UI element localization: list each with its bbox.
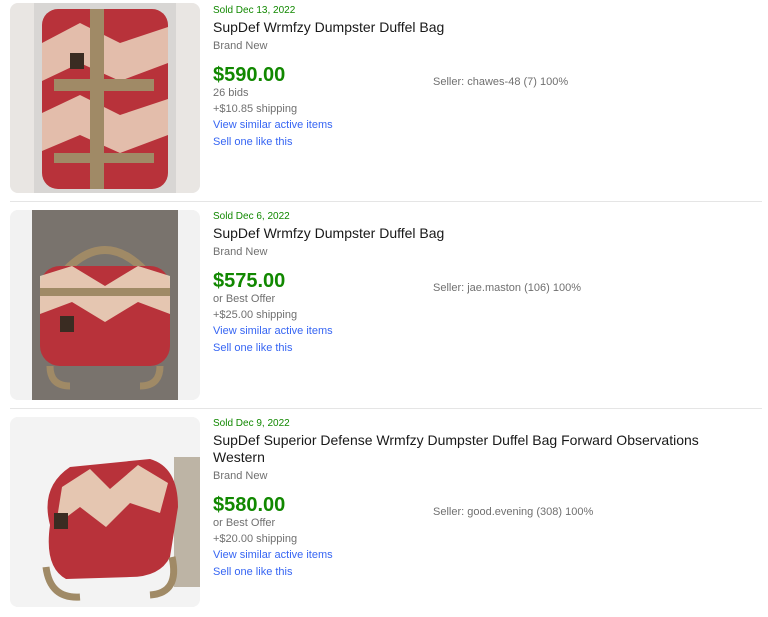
listing-title[interactable]: SupDef Wrmfzy Dumpster Duffel Bag: [213, 19, 753, 36]
duffel-bag-photo: [10, 210, 200, 400]
shipping-cost: +$20.00 shipping: [213, 533, 298, 545]
listing-info: Sold Dec 9, 2022 SupDef Superior Defense…: [213, 418, 753, 580]
seller-info: Seller: chawes-48 (7) 100%: [433, 76, 569, 88]
view-similar-link[interactable]: View similar active items: [213, 324, 753, 339]
sold-date: Sold Dec 13, 2022: [213, 5, 296, 16]
divider: [10, 408, 762, 409]
sold-date: Sold Dec 6, 2022: [213, 211, 290, 222]
listing-image[interactable]: [10, 3, 200, 193]
seller-info: Seller: jae.maston (106) 100%: [433, 282, 581, 294]
view-similar-link[interactable]: View similar active items: [213, 548, 753, 563]
condition-label: Brand New: [213, 470, 268, 482]
sell-one-like-this-link[interactable]: Sell one like this: [213, 341, 753, 356]
listing-title[interactable]: SupDef Superior Defense Wrmfzy Dumpster …: [213, 432, 753, 466]
duffel-bag-photo: [10, 3, 200, 193]
listing-image[interactable]: [10, 417, 200, 607]
sell-one-like-this-link[interactable]: Sell one like this: [213, 135, 753, 150]
divider: [10, 201, 762, 202]
seller-info: Seller: good.evening (308) 100%: [433, 506, 594, 518]
duffel-bag-photo: [10, 417, 200, 607]
listing-title[interactable]: SupDef Wrmfzy Dumpster Duffel Bag: [213, 225, 753, 242]
view-similar-link[interactable]: View similar active items: [213, 118, 753, 133]
listing-image[interactable]: [10, 210, 200, 400]
shipping-cost: +$10.85 shipping: [213, 103, 298, 115]
sell-one-like-this-link[interactable]: Sell one like this: [213, 565, 753, 580]
condition-label: Brand New: [213, 246, 268, 258]
shipping-cost: +$25.00 shipping: [213, 309, 298, 321]
condition-label: Brand New: [213, 40, 268, 52]
sold-date: Sold Dec 9, 2022: [213, 418, 290, 429]
